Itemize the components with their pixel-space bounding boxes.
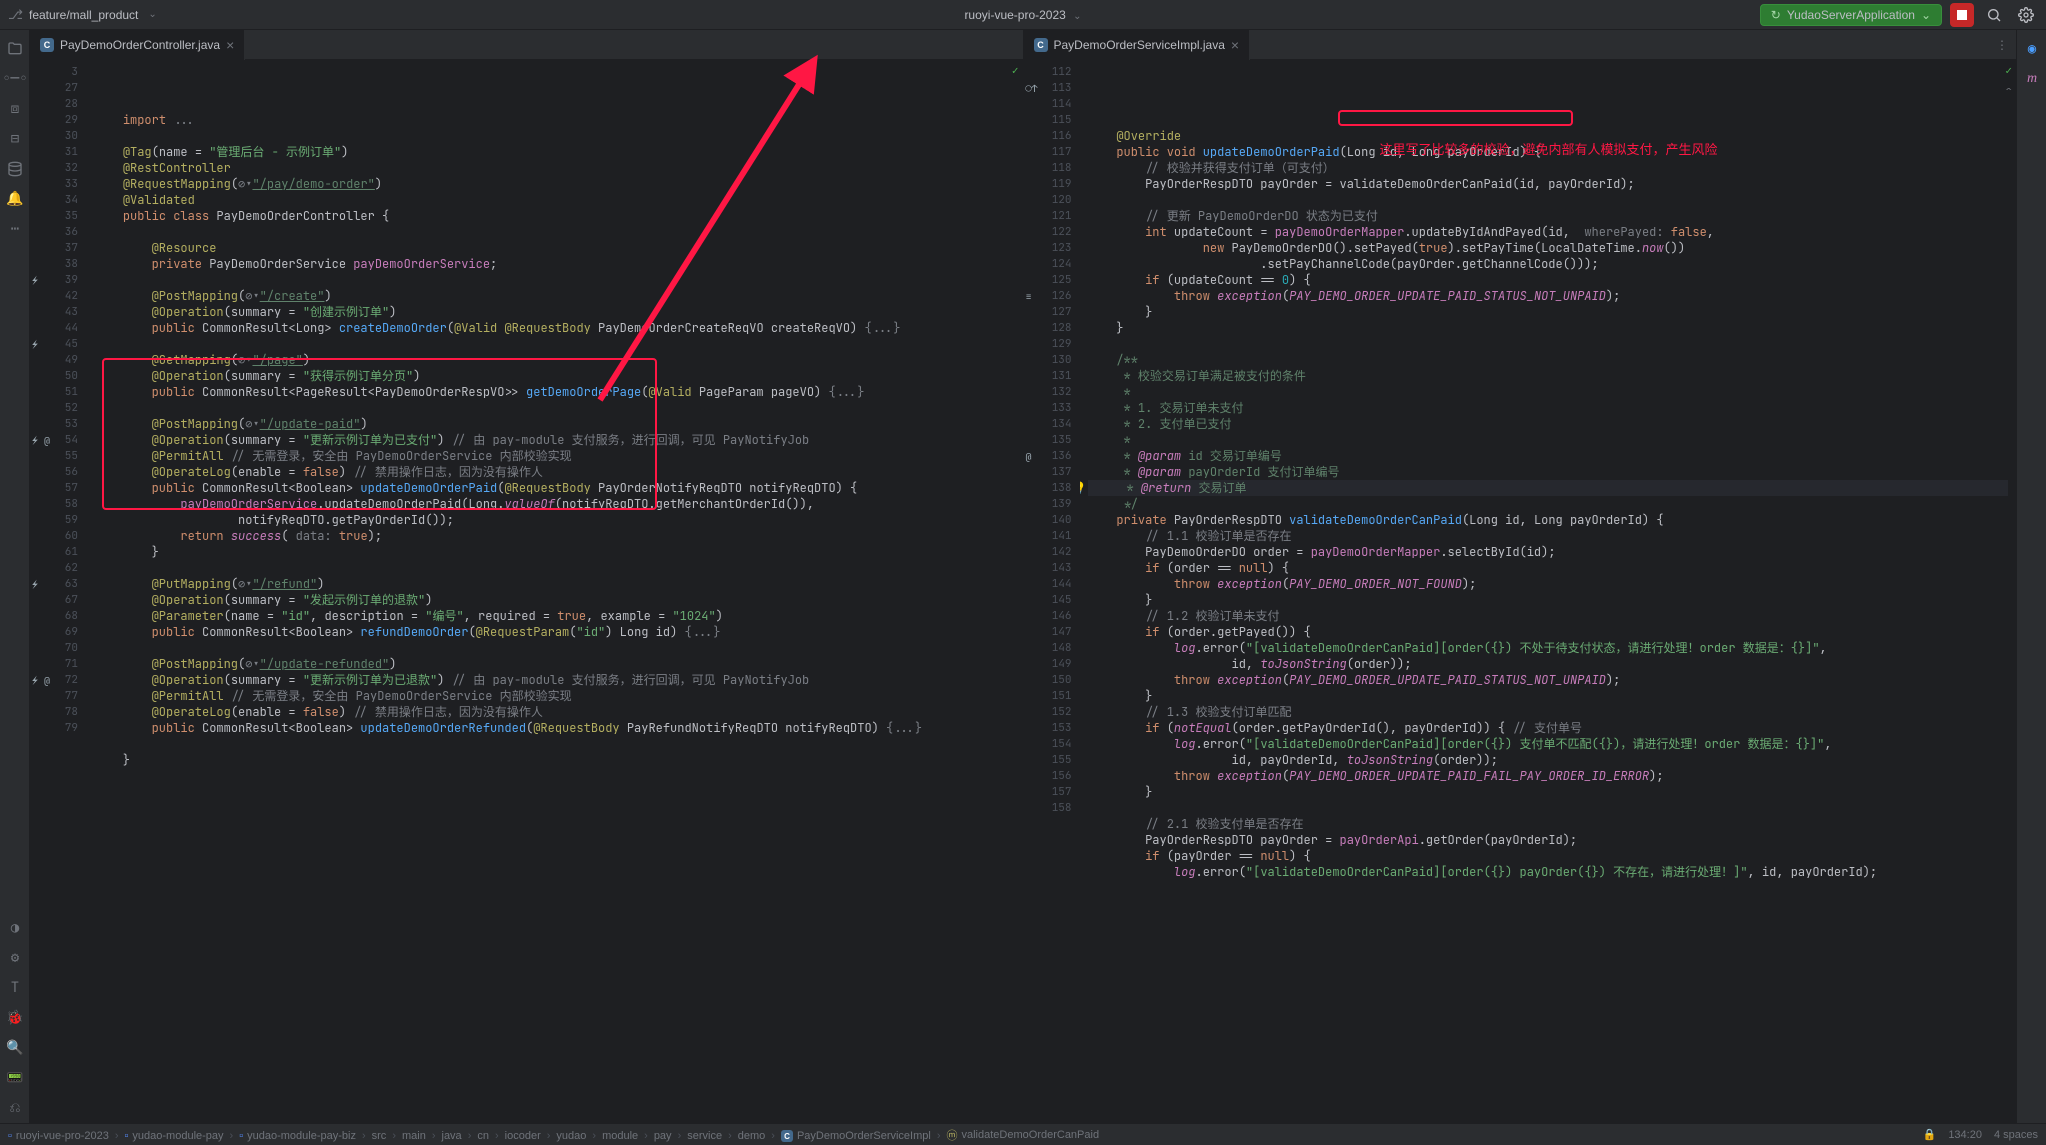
close-icon[interactable]: × (226, 37, 234, 53)
gear-icon[interactable]: ⚙ (0, 943, 30, 973)
titlebar: ⎇ feature/mall_product ⌄ ruoyi-vue-pro-2… (0, 0, 2046, 30)
ai-assistant-icon[interactable]: ◉ (2017, 34, 2046, 64)
project-name[interactable]: ruoyi-vue-pro-2023 (964, 8, 1065, 22)
left-code-area[interactable]: ✓ 327282930313233343536373839⚡42434445⚡4… (30, 60, 1023, 1123)
gear-icon[interactable] (2014, 3, 2038, 27)
project-tool-icon[interactable] (0, 34, 30, 64)
database-tool-icon[interactable] (0, 154, 30, 184)
stop-button[interactable] (1950, 3, 1974, 27)
bookmarks-tool-icon[interactable]: ⊟ (0, 124, 30, 154)
editor-tabs: C PayDemoOrderController.java × (30, 30, 1023, 60)
gutter[interactable]: 112113◯↑11411511611711811912012112212312… (1024, 60, 1080, 1123)
editor-tab[interactable]: C PayDemoOrderController.java × (30, 30, 245, 60)
code-editor[interactable]: import ... @Tag(name = "管理后台 - 示例订单") @R… (86, 60, 1023, 1123)
search-icon[interactable]: 🔍 (0, 1033, 30, 1063)
indent-info[interactable]: 4 spaces (1994, 1129, 2038, 1141)
right-code-area[interactable]: ✓ ⌃ 112113◯↑1141151161171181191201211221… (1024, 60, 2017, 1123)
branch-name[interactable]: feature/mall_product (29, 8, 138, 22)
search-icon[interactable] (1982, 3, 2006, 27)
annotation-text: 这里写了比较多的校验，避免内部有人模拟支付，产生风险 (1380, 142, 1718, 158)
breadcrumb-path[interactable]: ▫ ruoyi-vue-pro-2023›▫ yudao-module-pay›… (8, 1127, 1099, 1143)
maven-tool-icon[interactable]: m (2017, 64, 2046, 94)
editor-tab[interactable]: C PayDemoOrderServiceImpl.java × (1024, 30, 1251, 60)
annotation-box-small (1338, 110, 1573, 126)
java-class-icon: C (40, 38, 54, 52)
code-editor[interactable]: 这里写了比较多的校验，避免内部有人模拟支付，产生风险 @Override pub… (1080, 60, 2017, 1123)
more-tool-icon[interactable]: ⋯ (0, 214, 30, 244)
close-icon[interactable]: × (1231, 37, 1239, 53)
terminal-tool-icon[interactable]: 📟 (0, 1063, 30, 1093)
lock-icon[interactable]: 🔒 (1923, 1128, 1937, 1141)
refresh-icon: ↻ (1771, 8, 1781, 22)
chevron-down-icon[interactable]: ⌄ (1073, 11, 1081, 22)
tab-label: PayDemoOrderServiceImpl.java (1054, 38, 1225, 52)
chevron-down-icon: ⌄ (1921, 8, 1931, 22)
gutter[interactable]: 327282930313233343536373839⚡42434445⚡495… (30, 60, 86, 1123)
notification-tool-icon[interactable]: 🔔 (0, 184, 30, 214)
java-class-icon: C (1034, 38, 1048, 52)
tab-label: PayDemoOrderController.java (60, 38, 220, 52)
breadcrumb-bar: ▫ ruoyi-vue-pro-2023›▫ yudao-module-pay›… (0, 1123, 2046, 1145)
debug-tool-icon[interactable]: 🐞 (0, 1003, 30, 1033)
run-configuration[interactable]: ↻ YudaoServerApplication ⌄ (1760, 4, 1942, 26)
chevron-down-icon[interactable]: ⌄ (148, 9, 156, 20)
git-tool-icon[interactable]: ⎌ (0, 1093, 30, 1123)
tabs-menu-icon[interactable]: ⋮ (1988, 38, 2016, 52)
run-config-label: YudaoServerApplication (1787, 8, 1915, 22)
clock-icon[interactable]: ◑ (0, 913, 30, 943)
left-tool-rail: ◦─◦ ⧈ ⊟ 🔔 ⋯ ◑ ⚙ T 🐞 🔍 📟 ⎌ (0, 30, 30, 1123)
branch-icon: ⎇ (8, 7, 23, 23)
right-editor-pane: C PayDemoOrderServiceImpl.java × ⋮ ✓ ⌃ 1… (1024, 30, 2017, 1123)
right-tool-rail: ◉ m (2016, 30, 2046, 1123)
cursor-position[interactable]: 134:20 (1948, 1129, 1982, 1141)
editor-tabs: C PayDemoOrderServiceImpl.java × ⋮ (1024, 30, 2017, 60)
commit-tool-icon[interactable]: ◦─◦ (0, 64, 30, 94)
structure-tool-icon[interactable]: ⧈ (0, 94, 30, 124)
left-editor-pane: C PayDemoOrderController.java × ✓ 327282… (30, 30, 1024, 1123)
text-tool-icon[interactable]: T (0, 973, 30, 1003)
